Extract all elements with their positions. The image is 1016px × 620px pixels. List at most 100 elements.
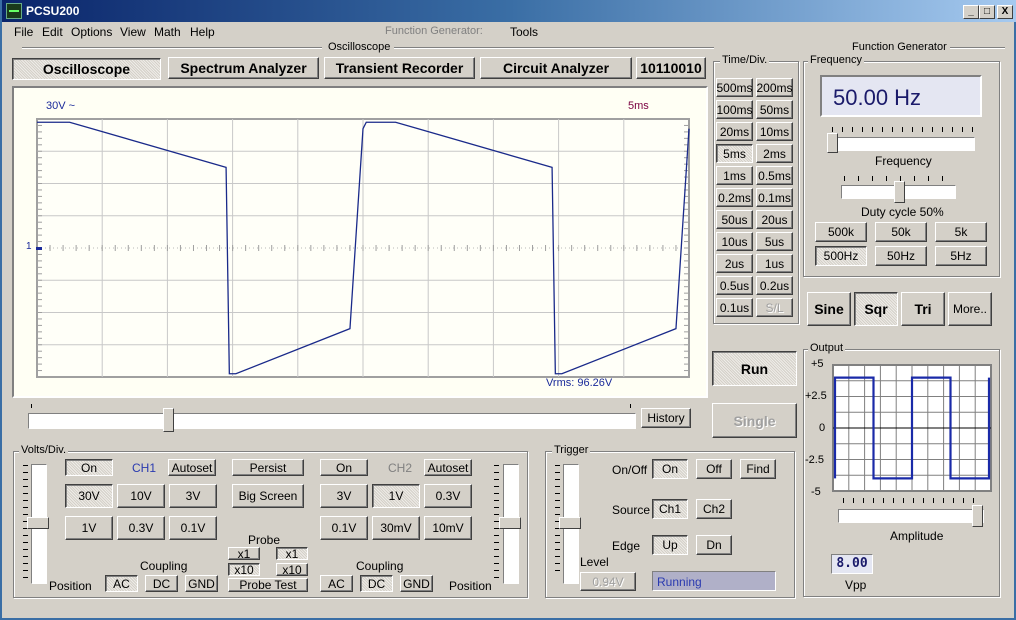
close-button[interactable]: X bbox=[997, 5, 1013, 19]
wave-sqr-button[interactable]: Sqr bbox=[854, 292, 898, 326]
ch1-autoset-button[interactable]: Autoset bbox=[168, 459, 216, 476]
trigger-on-button[interactable]: On bbox=[652, 459, 688, 479]
history-track[interactable] bbox=[28, 413, 636, 429]
wave-more-button[interactable]: More.. bbox=[948, 292, 992, 326]
probe-test-button[interactable]: Probe Test bbox=[228, 578, 308, 592]
timediv-20us-button[interactable]: 20us bbox=[756, 210, 793, 229]
menu-math[interactable]: Math bbox=[154, 25, 181, 39]
range-50k-button[interactable]: 50k bbox=[875, 222, 927, 242]
timediv-2ms-button[interactable]: 2ms bbox=[756, 144, 793, 163]
timediv-0.5us-button[interactable]: 0.5us bbox=[716, 276, 753, 295]
frequency-slider-thumb[interactable] bbox=[827, 133, 838, 153]
timediv-500ms-button[interactable]: 500ms bbox=[716, 78, 753, 97]
trigger-find-button[interactable]: Find bbox=[740, 459, 776, 479]
timediv-1ms-button[interactable]: 1ms bbox=[716, 166, 753, 185]
ch2-3v-button[interactable]: 3V bbox=[320, 484, 368, 508]
frequency-slider[interactable] bbox=[828, 137, 975, 151]
timediv-50ms-button[interactable]: 50ms bbox=[756, 100, 793, 119]
ch2-30mv-button[interactable]: 30mV bbox=[372, 516, 420, 540]
history-thumb[interactable] bbox=[162, 408, 174, 432]
amplitude-thumb[interactable] bbox=[972, 505, 983, 527]
timediv-2us-button[interactable]: 2us bbox=[716, 254, 753, 273]
ch2-probe-x10[interactable]: x10 bbox=[276, 563, 308, 577]
range-5k-button[interactable]: 5k bbox=[935, 222, 987, 242]
ch1-0p3v-button[interactable]: 0.3V bbox=[117, 516, 165, 540]
tab-oscilloscope[interactable]: Oscilloscope bbox=[12, 58, 161, 80]
trigger-source-ch1[interactable]: Ch1 bbox=[652, 499, 688, 519]
menu-file[interactable]: File bbox=[14, 25, 33, 39]
range-500k-button[interactable]: 500k bbox=[815, 222, 867, 242]
ch2-position-thumb[interactable] bbox=[499, 517, 521, 529]
timediv-SL-button[interactable]: S/L bbox=[756, 298, 793, 317]
ch1-on-button[interactable]: On bbox=[65, 459, 113, 476]
trigger-level-thumb[interactable] bbox=[559, 517, 581, 529]
range-500hz-button[interactable]: 500Hz bbox=[815, 246, 867, 266]
range-5hz-button[interactable]: 5Hz bbox=[935, 246, 987, 266]
timediv-5ms-button[interactable]: 5ms bbox=[716, 144, 753, 163]
oscilloscope-section-label: Oscilloscope bbox=[328, 41, 391, 53]
trigger-edge-up[interactable]: Up bbox=[652, 535, 688, 555]
timediv-0.5ms-button[interactable]: 0.5ms bbox=[756, 166, 793, 185]
menu-view[interactable]: View bbox=[120, 25, 146, 39]
timediv-50us-button[interactable]: 50us bbox=[716, 210, 753, 229]
trigger-source-ch2[interactable]: Ch2 bbox=[696, 499, 732, 519]
logic-analyzer-button[interactable]: 10110010 bbox=[636, 57, 706, 79]
ch2-10mv-button[interactable]: 10mV bbox=[424, 516, 472, 540]
timediv-10us-button[interactable]: 10us bbox=[716, 232, 753, 251]
ch1-coupling-gnd[interactable]: GND bbox=[185, 575, 218, 592]
run-button[interactable]: Run bbox=[712, 351, 797, 386]
ch2-0p3v-button[interactable]: 0.3V bbox=[424, 484, 472, 508]
big-screen-button[interactable]: Big Screen bbox=[232, 484, 304, 508]
ch2-1v-button[interactable]: 1V bbox=[372, 484, 420, 508]
timediv-20ms-button[interactable]: 20ms bbox=[716, 122, 753, 141]
ch2-probe-x1[interactable]: x1 bbox=[276, 547, 308, 561]
tab-transient-recorder[interactable]: Transient Recorder bbox=[324, 57, 475, 79]
amplitude-slider[interactable] bbox=[838, 509, 984, 523]
history-button[interactable]: History bbox=[641, 408, 691, 428]
ch1-3v-button[interactable]: 3V bbox=[169, 484, 217, 508]
timediv-1us-button[interactable]: 1us bbox=[756, 254, 793, 273]
trigger-label: Trigger bbox=[552, 444, 591, 456]
menu-options[interactable]: Options bbox=[71, 25, 112, 39]
menu-tools[interactable]: Tools bbox=[510, 25, 538, 39]
range-50hz-button[interactable]: 50Hz bbox=[875, 246, 927, 266]
ch1-probe-x1[interactable]: x1 bbox=[228, 547, 260, 561]
duty-cycle-thumb[interactable] bbox=[893, 181, 905, 203]
ch2-coupling-dc[interactable]: DC bbox=[360, 575, 393, 592]
minimize-button[interactable]: _ bbox=[963, 5, 979, 19]
ch2-0p1v-button[interactable]: 0.1V bbox=[320, 516, 368, 540]
ch2-coupling-ac[interactable]: AC bbox=[320, 575, 353, 592]
oscilloscope-screen[interactable]: 30V ~ 5ms 1 Vrms: 96.26V bbox=[12, 86, 708, 398]
ch1-coupling-ac[interactable]: AC bbox=[105, 575, 138, 592]
single-button[interactable]: Single bbox=[712, 403, 797, 438]
persist-button[interactable]: Persist bbox=[232, 459, 304, 476]
ch1-position-thumb[interactable] bbox=[27, 517, 49, 529]
ch2-on-button[interactable]: On bbox=[320, 459, 368, 476]
timediv-0.1ms-button[interactable]: 0.1ms bbox=[756, 188, 793, 207]
tab-circuit-analyzer[interactable]: Circuit Analyzer bbox=[480, 57, 632, 79]
wave-tri-button[interactable]: Tri bbox=[901, 292, 945, 326]
trigger-off-button[interactable]: Off bbox=[696, 459, 732, 479]
menu-help[interactable]: Help bbox=[190, 25, 215, 39]
ch1-0p1v-button[interactable]: 0.1V bbox=[169, 516, 217, 540]
ch1-10v-button[interactable]: 10V bbox=[117, 484, 165, 508]
timediv-10ms-button[interactable]: 10ms bbox=[756, 122, 793, 141]
menu-edit[interactable]: Edit bbox=[42, 25, 63, 39]
ch2-autoset-button[interactable]: Autoset bbox=[424, 459, 472, 476]
timediv-0.2us-button[interactable]: 0.2us bbox=[756, 276, 793, 295]
timediv-0.1us-button[interactable]: 0.1us bbox=[716, 298, 753, 317]
timediv-200ms-button[interactable]: 200ms bbox=[756, 78, 793, 97]
maximize-button[interactable]: □ bbox=[979, 5, 995, 19]
timediv-0.2ms-button[interactable]: 0.2ms bbox=[716, 188, 753, 207]
timediv-5us-button[interactable]: 5us bbox=[756, 232, 793, 251]
ch2-coupling-gnd[interactable]: GND bbox=[400, 575, 433, 592]
frequency-group-label: Frequency bbox=[808, 54, 864, 66]
ch1-30v-button[interactable]: 30V bbox=[65, 484, 113, 508]
ch1-probe-x10[interactable]: x10 bbox=[228, 563, 260, 577]
tab-spectrum-analyzer[interactable]: Spectrum Analyzer bbox=[168, 57, 319, 79]
trigger-edge-dn[interactable]: Dn bbox=[696, 535, 732, 555]
wave-sine-button[interactable]: Sine bbox=[807, 292, 851, 326]
ch1-coupling-dc[interactable]: DC bbox=[145, 575, 178, 592]
timediv-100ms-button[interactable]: 100ms bbox=[716, 100, 753, 119]
ch1-1v-button[interactable]: 1V bbox=[65, 516, 113, 540]
